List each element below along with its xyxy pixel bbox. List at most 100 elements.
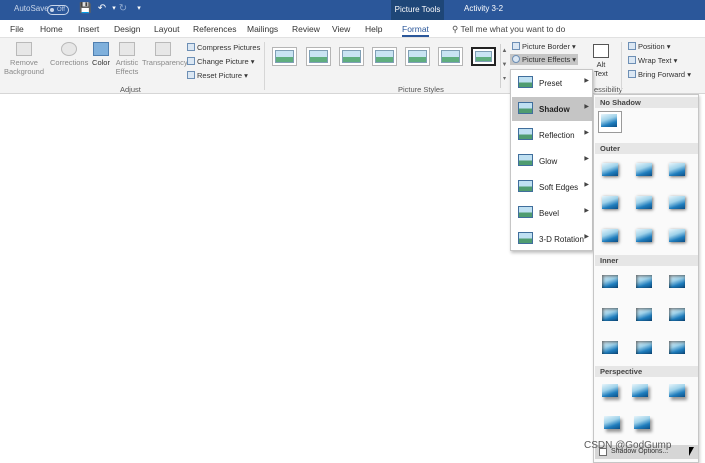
shadow-outer-6[interactable] <box>667 194 687 212</box>
position-button[interactable]: Position ▾ <box>628 42 671 51</box>
group-divider <box>264 42 265 90</box>
chevron-right-icon: ▶ <box>584 234 589 240</box>
tab-view[interactable]: View <box>332 24 350 34</box>
remove-background-icon <box>16 42 32 56</box>
shadow-inner-6[interactable] <box>667 306 687 324</box>
shadow-perspective-2[interactable] <box>630 382 650 400</box>
picture-style-preview <box>275 50 294 63</box>
shadow-preview <box>669 229 685 242</box>
wrap-text-button[interactable]: Wrap Text ▾ <box>628 56 677 65</box>
menu-item-shadow[interactable]: Shadow ▶ <box>512 97 593 121</box>
watermark: CSDN @GodGump <box>584 440 672 451</box>
picture-effects-button[interactable]: Picture Effects ▾ <box>510 54 579 65</box>
wrap-text-label: Wrap Text <box>638 56 672 65</box>
shadow-gallery: No Shadow Outer Inner Perspective Shadow… <box>593 94 699 463</box>
tab-help[interactable]: Help <box>365 24 382 34</box>
picture-style-2[interactable] <box>306 47 331 66</box>
picture-effects-icon <box>512 55 520 63</box>
picture-style-5[interactable] <box>405 47 430 66</box>
transparency-button[interactable]: Transparency <box>142 42 188 67</box>
menu-item-3d-rotation[interactable]: 3-D Rotation ▶ <box>512 227 593 251</box>
reset-picture-button[interactable]: Reset Picture ▾ <box>187 71 248 80</box>
chevron-right-icon: ▶ <box>584 130 589 136</box>
shadow-inner-4[interactable] <box>600 306 620 324</box>
tell-me-search[interactable]: ⚲ Tell me what you want to do <box>452 24 565 35</box>
position-label: Position <box>638 42 665 51</box>
shadow-inner-8[interactable] <box>634 339 654 357</box>
shadow-inner-1[interactable] <box>600 273 620 291</box>
shadow-outer-1[interactable] <box>600 161 620 179</box>
color-label: Color <box>92 58 110 67</box>
shadow-inner-9[interactable] <box>667 339 687 357</box>
shadow-outer-8[interactable] <box>634 227 654 245</box>
reset-picture-label: Reset Picture <box>197 71 243 80</box>
picture-styles-group-label: Picture Styles <box>398 85 444 94</box>
shadow-inner-3[interactable] <box>667 273 687 291</box>
menu-item-bevel[interactable]: Bevel ▶ <box>512 201 593 225</box>
shadow-perspective-4[interactable] <box>602 414 622 432</box>
picture-style-7[interactable] <box>471 47 496 66</box>
autosave-toggle[interactable]: Off <box>47 5 69 15</box>
change-picture-button[interactable]: Change Picture ▾ <box>187 57 255 66</box>
tab-home[interactable]: Home <box>40 24 63 34</box>
shadow-outer-9[interactable] <box>667 227 687 245</box>
menu-item-reflection[interactable]: Reflection ▶ <box>512 123 593 147</box>
alt-text-button[interactable]: Alt Text <box>593 44 609 78</box>
change-picture-icon <box>187 57 195 65</box>
shadow-preview <box>602 229 618 242</box>
shadow-perspective-1[interactable] <box>600 382 620 400</box>
picture-style-4[interactable] <box>372 47 397 66</box>
compress-pictures-button[interactable]: Compress Pictures <box>187 43 260 52</box>
tab-insert[interactable]: Insert <box>78 24 99 34</box>
document-title: Activity 3-2 <box>464 4 504 13</box>
artistic-effects-button[interactable]: Artistic Effects <box>114 42 140 76</box>
shadow-outer-7[interactable] <box>600 227 620 245</box>
tell-me-text: Tell me what you want to do <box>460 24 566 34</box>
shadow-option-none[interactable] <box>598 111 622 133</box>
shadow-outer-5[interactable] <box>634 194 654 212</box>
bring-forward-button[interactable]: Bring Forward ▾ <box>628 70 691 79</box>
menu-item-preset[interactable]: Preset ▶ <box>512 71 593 95</box>
picture-style-3[interactable] <box>339 47 364 66</box>
shadow-outer-4[interactable] <box>600 194 620 212</box>
picture-style-1[interactable] <box>272 47 297 66</box>
shadow-perspective-3[interactable] <box>667 382 687 400</box>
transparency-label: Transparency <box>142 58 188 67</box>
menu-item-glow[interactable]: Glow ▶ <box>512 149 593 173</box>
picture-tools-context-tab: Picture Tools <box>391 0 444 20</box>
shadow-perspective-5[interactable] <box>632 414 652 432</box>
position-icon <box>628 42 636 50</box>
picture-border-button[interactable]: Picture Border ▾ <box>512 42 576 51</box>
shadow-preview <box>604 416 620 429</box>
menu-item-soft-edges[interactable]: Soft Edges ▶ <box>512 175 593 199</box>
tab-mailings[interactable]: Mailings <box>247 24 278 34</box>
ribbon-tabs: File Home Insert Design Layout Reference… <box>0 20 705 38</box>
shadow-preview <box>636 308 652 321</box>
tab-format[interactable]: Format <box>402 24 429 37</box>
save-icon[interactable]: 💾 <box>79 3 91 15</box>
color-button[interactable]: Color <box>90 42 112 67</box>
redo-icon[interactable]: ↻ <box>117 3 129 15</box>
artistic-effects-icon <box>119 42 135 56</box>
shadow-outer-3[interactable] <box>667 161 687 179</box>
corrections-button[interactable]: Corrections <box>50 42 88 67</box>
tab-layout[interactable]: Layout <box>154 24 180 34</box>
shadow-outer-2[interactable] <box>634 161 654 179</box>
picture-style-6[interactable] <box>438 47 463 66</box>
tab-references[interactable]: References <box>193 24 236 34</box>
ribbon: Remove Background Corrections Color Arti… <box>0 38 705 94</box>
tab-file[interactable]: File <box>10 24 24 34</box>
styles-gallery-scroll[interactable]: ▲ ▼ ▾ <box>500 44 508 88</box>
artistic-effects-label: Artistic Effects <box>115 58 139 76</box>
tab-design[interactable]: Design <box>114 24 140 34</box>
corrections-label: Corrections <box>50 58 89 67</box>
undo-icon[interactable]: ↶ <box>96 3 108 15</box>
menu-item-label: 3-D Rotation <box>539 235 584 244</box>
shadow-inner-2[interactable] <box>634 273 654 291</box>
shadow-inner-7[interactable] <box>600 339 620 357</box>
shadow-inner-5[interactable] <box>634 306 654 324</box>
customize-toolbar-icon[interactable]: ▾ <box>133 3 145 15</box>
remove-background-button[interactable]: Remove Background <box>4 42 44 76</box>
shadow-preview <box>632 384 648 397</box>
tab-review[interactable]: Review <box>292 24 320 34</box>
